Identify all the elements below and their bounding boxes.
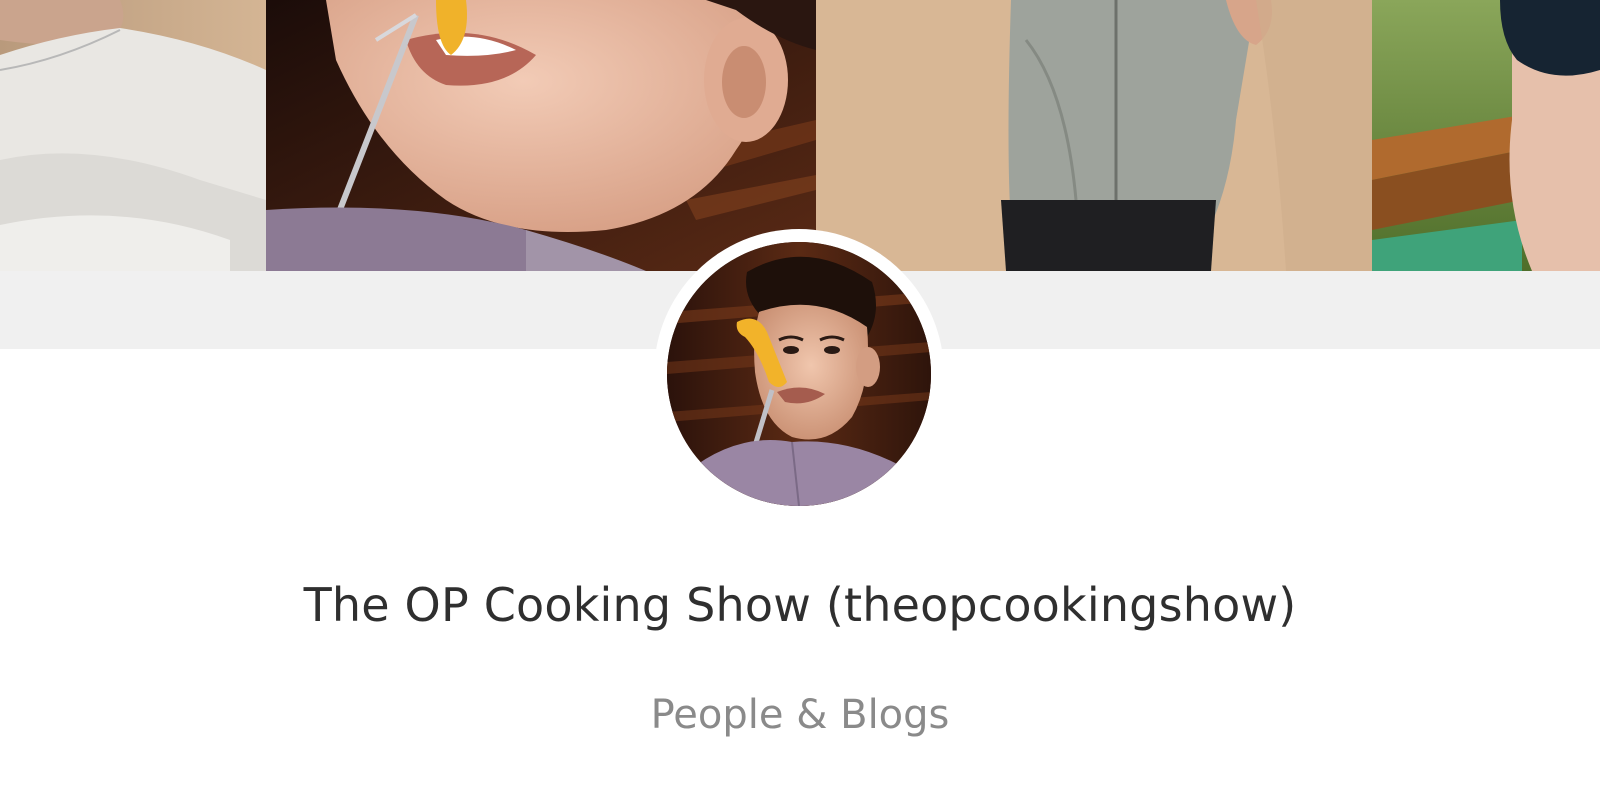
channel-avatar[interactable] xyxy=(654,229,944,519)
banner-photo-sunglasses-outdoor xyxy=(1372,0,1600,271)
channel-page: The OP Cooking Show (theopcookingshow) P… xyxy=(0,0,1600,800)
avatar-photo xyxy=(667,242,931,506)
banner-photo-eating-fork xyxy=(266,0,816,271)
channel-category: People & Blogs xyxy=(650,692,950,738)
channel-title: The OP Cooking Show (theopcookingshow) xyxy=(303,578,1297,632)
banner-photo-standing-shirt xyxy=(816,0,1372,271)
banner-photo-crossed-arms xyxy=(0,0,266,271)
